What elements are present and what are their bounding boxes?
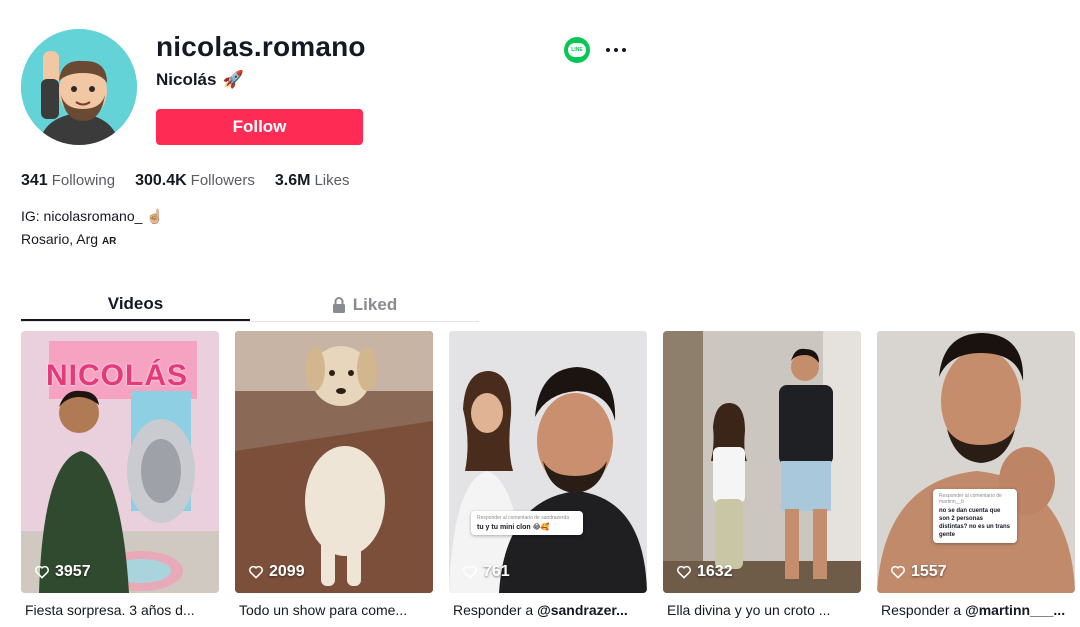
video-thumbnail[interactable]: Responder al comentario de sandrazerda t… — [449, 331, 647, 593]
profile-tabs: Videos Liked — [21, 288, 479, 322]
following-count: 341 — [21, 172, 48, 189]
view-count: 3957 — [34, 563, 91, 581]
follow-button[interactable]: Follow — [156, 109, 363, 145]
video-thumbnail[interactable]: NICOLÁS 3957 — [21, 331, 219, 593]
followers-count: 300.4K — [135, 172, 187, 189]
two-people-scene-icon — [449, 331, 647, 593]
view-count: 1557 — [890, 563, 947, 581]
more-options-icon[interactable] — [606, 45, 630, 55]
reply-comment-bubble: Responder al comentario de martinn__b no… — [933, 489, 1017, 543]
view-count-value: 3957 — [55, 563, 91, 580]
bio-line-1: IG: nicolasromano_ ☝🏼 — [21, 205, 164, 228]
following-stat[interactable]: 341 Following — [21, 172, 115, 190]
view-count-value: 2099 — [269, 563, 305, 580]
profile-username: nicolas.romano — [156, 31, 366, 62]
likes-label: Likes — [314, 172, 350, 189]
video-caption[interactable]: Responder a @sandrazer... — [449, 602, 647, 618]
profile-nickname: Nicolás 🚀 — [156, 70, 244, 90]
tab-liked-label: Liked — [352, 294, 398, 314]
likes-stat: 3.6M Likes — [275, 172, 350, 190]
tab-liked[interactable]: Liked — [250, 288, 479, 321]
view-count: 761 — [462, 563, 510, 581]
heart-outline-icon — [249, 565, 263, 579]
party-banner-text: NICOLÁS — [46, 359, 188, 392]
reply-comment-bubble: Responder al comentario de sandrazerda t… — [471, 511, 583, 535]
video-card[interactable]: Responder al comentario de sandrazerda t… — [449, 331, 647, 618]
video-card[interactable]: Responder al comentario de martinn__b no… — [877, 331, 1075, 618]
video-thumbnail[interactable]: Responder al comentario de martinn__b no… — [877, 331, 1075, 593]
bio-line-2: Rosario, Arg AR — [21, 228, 164, 253]
video-caption[interactable]: Responder a @martinn___... — [877, 602, 1075, 618]
rocket-emoji: 🚀 — [222, 70, 244, 89]
following-label: Following — [51, 172, 116, 189]
view-count-value: 1632 — [697, 563, 733, 580]
reply-header: Responder al comentario de sandrazerda — [477, 515, 569, 521]
video-thumbnail[interactable]: 1632 — [663, 331, 861, 593]
caption-prefix: Responder a — [881, 602, 966, 618]
video-caption[interactable]: Todo un show para come... — [235, 602, 433, 618]
dog-scene-icon — [235, 331, 433, 593]
tab-videos[interactable]: Videos — [21, 288, 250, 321]
video-card[interactable]: 1632 Ella divina y yo un croto ... — [663, 331, 861, 618]
line-share-icon[interactable]: LINE — [564, 37, 590, 63]
caption-mention[interactable]: @martinn___... — [965, 602, 1065, 618]
heart-outline-icon — [891, 565, 905, 579]
profile-stats: 341 Following 300.4K Followers 3.6M Likes — [21, 172, 349, 190]
hallway-scene-icon — [663, 331, 861, 593]
view-count: 1632 — [676, 563, 733, 581]
heart-outline-icon — [677, 565, 691, 579]
video-card[interactable]: 2099 Todo un show para come... — [235, 331, 433, 618]
line-icon-label: LINE — [568, 43, 586, 57]
caption-prefix: Responder a — [453, 602, 538, 618]
video-card[interactable]: NICOLÁS 3957 Fiesta sorpresa. 3 años d..… — [21, 331, 219, 618]
profile-bio: IG: nicolasromano_ ☝🏼 Rosario, Arg AR — [21, 205, 164, 253]
reply-text: tu y tu mini clon 😂🥰 — [477, 524, 550, 531]
avatar[interactable] — [21, 29, 137, 145]
nickname-text: Nicolás — [156, 70, 217, 89]
followers-stat[interactable]: 300.4K Followers — [135, 172, 255, 190]
followers-label: Followers — [190, 172, 255, 189]
reply-text: no se dan cuenta que son 2 personas dist… — [939, 508, 1011, 538]
tab-videos-label: Videos — [107, 293, 164, 313]
selfie-scene-icon — [877, 331, 1075, 593]
bio-location-text: Rosario, Arg — [21, 231, 99, 247]
video-grid: NICOLÁS 3957 Fiesta sorpresa. 3 años d..… — [21, 331, 1075, 618]
video-thumbnail[interactable]: 2099 — [235, 331, 433, 593]
memoji-avatar-icon — [21, 29, 137, 145]
caption-mention[interactable]: @sandrazer... — [537, 602, 628, 618]
view-count-value: 1557 — [911, 563, 947, 580]
flag-ar-icon: AR — [101, 236, 117, 247]
view-count: 2099 — [248, 563, 305, 581]
likes-count: 3.6M — [274, 172, 311, 189]
video-caption[interactable]: Ella divina y yo un croto ... — [663, 602, 861, 618]
video-caption[interactable]: Fiesta sorpresa. 3 años d... — [21, 602, 219, 618]
bio-instagram-text: IG: nicolasromano_ — [21, 208, 143, 224]
pointing-up-emoji: ☝🏼 — [146, 208, 164, 224]
heart-outline-icon — [463, 565, 477, 579]
view-count-value: 761 — [483, 563, 510, 580]
reply-header: Responder al comentario de martinn__b — [939, 493, 1002, 505]
lock-icon — [332, 296, 345, 313]
heart-outline-icon — [35, 565, 49, 579]
